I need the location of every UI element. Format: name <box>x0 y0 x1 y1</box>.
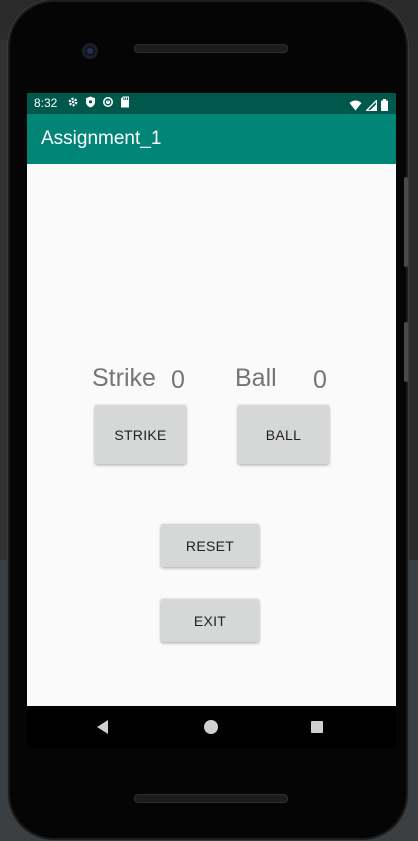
status-bar: 8:32 <box>27 93 396 114</box>
home-icon[interactable] <box>204 720 218 734</box>
back-icon[interactable] <box>97 720 108 734</box>
front-camera-icon <box>82 43 98 59</box>
sd-card-icon <box>120 96 130 112</box>
app-screen: 8:32 Assignment_1 Strike 0 Ball 0 STRIKE… <box>27 93 396 706</box>
strike-label: Strike <box>92 364 156 392</box>
reset-button[interactable]: RESET <box>161 524 259 567</box>
bottom-speaker <box>134 794 288 803</box>
settings-icon <box>67 96 79 112</box>
sync-icon <box>102 96 114 112</box>
navigation-bar <box>27 706 396 748</box>
app-title: Assignment_1 <box>41 128 162 149</box>
ball-label: Ball <box>235 364 277 392</box>
volume-button[interactable] <box>404 322 408 382</box>
ball-count: 0 <box>313 366 327 394</box>
status-time: 8:32 <box>34 96 58 110</box>
strike-button[interactable]: STRIKE <box>95 405 186 464</box>
wifi-icon <box>349 96 362 115</box>
shield-icon <box>85 96 96 112</box>
app-bar: Assignment_1 <box>27 114 396 164</box>
top-speaker <box>134 44 288 53</box>
signal-icon <box>364 96 378 115</box>
power-button[interactable] <box>404 177 408 267</box>
ball-button[interactable]: BALL <box>238 405 329 464</box>
exit-button[interactable]: EXIT <box>161 599 259 642</box>
strike-count: 0 <box>171 366 185 394</box>
battery-icon <box>381 96 388 115</box>
recents-icon[interactable] <box>311 721 323 733</box>
